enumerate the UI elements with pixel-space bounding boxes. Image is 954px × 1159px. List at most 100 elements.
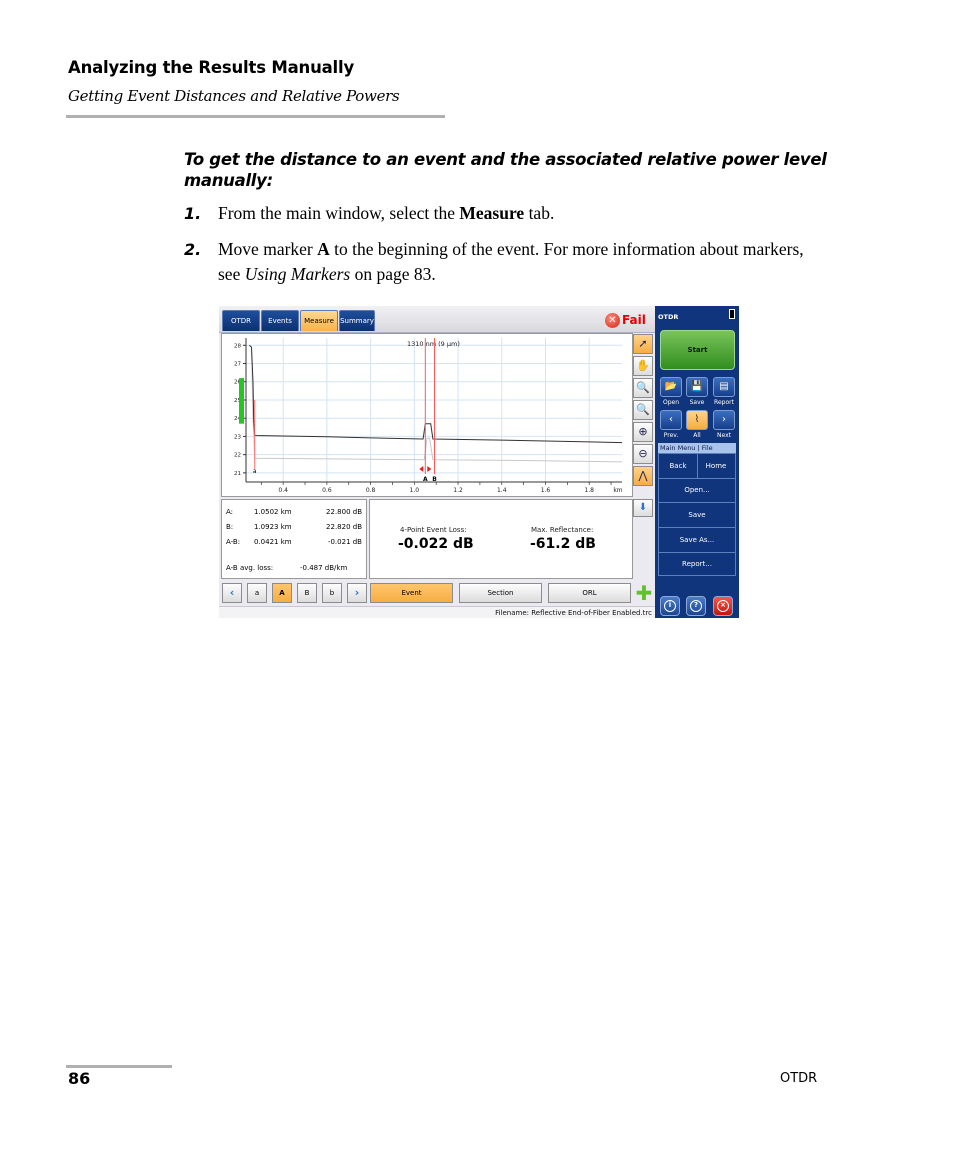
arrow-down-icon[interactable]: ⬇ bbox=[633, 499, 653, 517]
event-loss-label: 4-Point Event Loss: bbox=[400, 526, 467, 534]
y-tick-label: 22 bbox=[234, 453, 241, 459]
zoom-in-icon[interactable]: ⊕ bbox=[633, 422, 653, 442]
menu-save-as[interactable]: Save As... bbox=[659, 528, 735, 553]
full-trace-icon[interactable]: ⋀ bbox=[633, 466, 653, 486]
step-text-part: tab. bbox=[524, 203, 555, 223]
menu-open[interactable]: Open... bbox=[659, 478, 735, 503]
main-trace bbox=[248, 344, 623, 444]
close-icon: × bbox=[717, 600, 729, 612]
prev-trace-icon[interactable]: ‹ bbox=[660, 410, 682, 430]
next-label: Next bbox=[717, 432, 731, 439]
tab-otdr[interactable]: OTDR bbox=[222, 310, 260, 331]
folder-icon[interactable]: 📂 bbox=[660, 377, 682, 397]
battery-icon bbox=[729, 309, 735, 319]
mode-event-button[interactable]: Event bbox=[370, 583, 453, 603]
marker-distance: 1.0502 km bbox=[254, 508, 292, 516]
marker-b-small-button[interactable]: b bbox=[322, 583, 342, 603]
menu-breadcrumb: Main Menu | File bbox=[658, 443, 736, 453]
tab-measure[interactable]: Measure bbox=[300, 310, 338, 331]
reflectance-value: -61.2 dB bbox=[530, 536, 596, 552]
marker-A-label: A bbox=[423, 476, 428, 483]
marker-power: 22.800 dB bbox=[326, 508, 362, 516]
floppy-icon[interactable]: 💾 bbox=[686, 377, 708, 397]
x-unit-label: km bbox=[613, 487, 622, 494]
back-home-row: Back Home bbox=[659, 454, 735, 479]
fail-icon: ✕ bbox=[605, 312, 620, 328]
add-icon[interactable]: ✚ bbox=[635, 583, 653, 603]
marker-power: -0.021 dB bbox=[327, 538, 362, 546]
marker-B-label: B bbox=[432, 476, 437, 483]
reference-trace bbox=[251, 347, 623, 463]
y-tick-label: 23 bbox=[234, 434, 241, 440]
x-tick-label: 1.6 bbox=[541, 487, 551, 494]
tab-bar: OTDR Events Measure Summary ✕ Fail bbox=[219, 306, 655, 333]
step-1: 1. From the main window, select the Meas… bbox=[184, 201, 824, 226]
hand-pan-icon[interactable]: ✋ bbox=[633, 356, 653, 376]
tab-events[interactable]: Events bbox=[261, 310, 299, 331]
help-icon: ? bbox=[690, 600, 702, 612]
marker-A-button[interactable]: A bbox=[272, 583, 292, 603]
graph-toolbar: ➚ ✋ 🔍 🔍 ⊕ ⊖ ⋀ bbox=[633, 334, 655, 488]
marker-power: 22.820 dB bbox=[326, 523, 362, 531]
save-label: Save bbox=[689, 399, 705, 406]
zoom-out-icon[interactable]: ⊖ bbox=[633, 444, 653, 464]
x-tick-label: 0.6 bbox=[322, 487, 332, 494]
marker-a-small-label: a bbox=[253, 468, 257, 475]
step-text: Move marker A to the beginning of the ev… bbox=[218, 237, 818, 287]
marker-B-button[interactable]: B bbox=[297, 583, 317, 603]
report-label: Report bbox=[714, 399, 734, 406]
marker-a-small-button[interactable]: a bbox=[247, 583, 267, 603]
step-text-part: on page 83. bbox=[350, 264, 436, 284]
y-tick-label: 28 bbox=[234, 343, 241, 349]
trace-plot[interactable]: 0.4 0.6 0.8 1.0 1.2 1.4 1.6 1.8 km28272625242322… bbox=[222, 334, 632, 496]
marker-label: B: bbox=[226, 523, 234, 531]
info-button[interactable]: i bbox=[660, 596, 680, 616]
all-traces-icon[interactable]: ⌇ bbox=[686, 410, 708, 430]
y-tick-label: 27 bbox=[234, 362, 241, 368]
step-bold-term: A bbox=[317, 239, 330, 259]
start-button[interactable]: Start bbox=[660, 330, 735, 370]
step-text: From the main window, select the Measure… bbox=[218, 201, 818, 226]
zoom-marker-icon[interactable]: 🔍 bbox=[633, 378, 653, 398]
status-label: Fail bbox=[622, 313, 646, 327]
marker-label: A: bbox=[226, 508, 234, 516]
step-text-part: Move marker bbox=[218, 239, 318, 259]
green-range-bar bbox=[239, 378, 244, 424]
next-trace-icon[interactable]: › bbox=[713, 410, 735, 430]
side-title: OTDR bbox=[658, 313, 679, 321]
x-tick-label: 1.0 bbox=[410, 487, 420, 494]
x-tick-label: 0.4 bbox=[278, 487, 288, 494]
procedure-title: To get the distance to an event and the … bbox=[184, 150, 827, 190]
results-panel: 4-Point Event Loss: -0.022 dB Max. Refle… bbox=[369, 499, 633, 579]
zoom-fit-icon[interactable]: 🔍 bbox=[633, 400, 653, 420]
trace-graph[interactable]: 0.4 0.6 0.8 1.0 1.2 1.4 1.6 1.8 km 28 27 26 25 24 23 22… bbox=[221, 333, 633, 497]
avg-loss-label: A-B avg. loss: bbox=[226, 564, 274, 572]
info-icon: i bbox=[664, 600, 676, 612]
mode-orl-button[interactable]: ORL bbox=[548, 583, 631, 603]
all-label: All bbox=[693, 432, 701, 439]
close-button[interactable]: × bbox=[713, 596, 733, 616]
tab-summary[interactable]: Summary bbox=[339, 310, 375, 331]
step-bold-term: Measure bbox=[459, 203, 525, 223]
reflectance-label: Max. Reflectance: bbox=[531, 526, 594, 534]
next-marker-button[interactable]: › bbox=[347, 583, 367, 603]
menu-report[interactable]: Report... bbox=[659, 552, 735, 576]
event-loss-value: -0.022 dB bbox=[398, 536, 474, 552]
marker-distance: 1.0923 km bbox=[254, 523, 292, 531]
section-title: Analyzing the Results Manually bbox=[68, 58, 355, 77]
otdr-app-screenshot: OTDR Events Measure Summary ✕ Fail 0.4 0.… bbox=[219, 306, 739, 618]
prev-marker-button[interactable]: ‹ bbox=[222, 583, 242, 603]
menu-save[interactable]: Save bbox=[659, 503, 735, 528]
step-2: 2. Move marker A to the beginning of the… bbox=[184, 237, 824, 287]
cursor-icon[interactable]: ➚ bbox=[633, 334, 653, 354]
page-number: 86 bbox=[68, 1069, 91, 1088]
x-tick-label: 0.8 bbox=[366, 487, 376, 494]
back-button[interactable]: Back bbox=[659, 454, 698, 478]
report-icon[interactable]: ▤ bbox=[713, 377, 735, 397]
step-number: 2. bbox=[184, 240, 202, 259]
cross-reference-link[interactable]: Using Markers bbox=[245, 264, 350, 284]
home-button[interactable]: Home bbox=[697, 454, 735, 478]
mode-section-button[interactable]: Section bbox=[459, 583, 542, 603]
x-tick-label: 1.2 bbox=[453, 487, 463, 494]
help-button[interactable]: ? bbox=[686, 596, 706, 616]
